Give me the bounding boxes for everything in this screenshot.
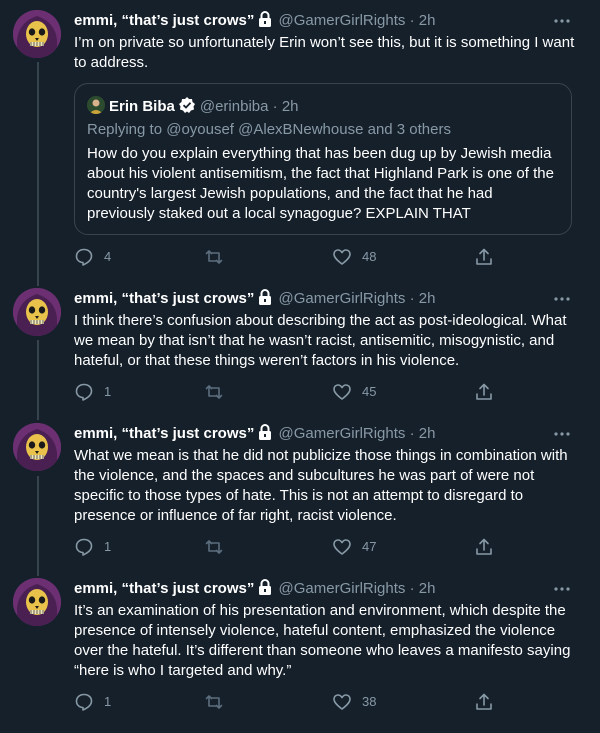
lock-icon — [258, 11, 272, 34]
skeletor-avatar-icon — [13, 423, 61, 471]
reply-icon — [75, 248, 93, 266]
more-options-icon[interactable] — [552, 288, 572, 310]
share-icon — [476, 248, 492, 265]
share-button[interactable] — [474, 537, 494, 557]
tweet[interactable]: emmi, “that’s just crows” @GamerGirlRigh… — [0, 288, 600, 408]
quote-author-name[interactable]: Erin Biba — [109, 98, 175, 115]
share-button[interactable] — [474, 382, 494, 402]
reply-button[interactable]: 4 — [74, 247, 111, 267]
separator: · — [409, 12, 415, 29]
share-button[interactable] — [474, 692, 494, 712]
more-options-icon[interactable] — [552, 423, 572, 445]
retweet-icon — [205, 250, 223, 264]
author-handle[interactable]: @GamerGirlRights — [279, 290, 406, 307]
reply-icon — [75, 383, 93, 401]
quoted-tweet[interactable]: Erin Biba @erinbiba · 2h Replying to @oyo… — [74, 83, 572, 235]
reply-count: 1 — [104, 694, 112, 709]
quote-timestamp[interactable]: 2h — [282, 98, 299, 115]
quote-text: How do you explain everything that has b… — [87, 145, 554, 222]
timestamp[interactable]: 2h — [419, 12, 436, 29]
lock-icon — [258, 424, 272, 447]
tweet-text: I think there’s confusion about describi… — [74, 312, 567, 369]
quote-avatar[interactable] — [87, 96, 105, 114]
tweet-text: What we mean is that he did not publiciz… — [74, 447, 568, 524]
reply-button[interactable]: 1 — [74, 692, 111, 712]
author-name[interactable]: emmi, “that’s just crows” — [74, 290, 254, 307]
quote-header: Erin Biba @erinbiba · 2h — [87, 96, 299, 120]
tweet[interactable]: emmi, “that’s just crows” @GamerGirlRigh… — [0, 423, 600, 563]
retweet-button[interactable] — [204, 382, 224, 402]
author-handle[interactable]: @GamerGirlRights — [279, 425, 406, 442]
timestamp[interactable]: 2h — [419, 425, 436, 442]
reply-button[interactable]: 1 — [74, 382, 111, 402]
timestamp[interactable]: 2h — [419, 580, 436, 597]
tweet-actions: 4 48 — [74, 247, 514, 267]
replying-to[interactable]: Replying to @oyousef @AlexBNewhouse and … — [87, 120, 451, 140]
like-button[interactable]: 45 — [332, 382, 376, 402]
skeletor-avatar-icon — [13, 578, 61, 626]
tweet-header: emmi, “that’s just crows” @GamerGirlRigh… — [74, 578, 550, 600]
like-count: 48 — [362, 249, 377, 264]
more-options-icon[interactable] — [552, 10, 572, 32]
separator: · — [409, 290, 415, 307]
heart-icon — [333, 539, 351, 555]
retweet-icon — [205, 540, 223, 554]
tweet-header: emmi, “that’s just crows” @GamerGirlRigh… — [74, 288, 550, 310]
tweet-header: emmi, “that’s just crows” @GamerGirlRigh… — [74, 10, 550, 32]
tweet-header: emmi, “that’s just crows” @GamerGirlRigh… — [74, 423, 550, 445]
reply-count: 4 — [104, 249, 112, 264]
retweet-button[interactable] — [204, 247, 224, 267]
heart-icon — [333, 249, 351, 265]
retweet-icon — [205, 385, 223, 399]
author-handle[interactable]: @GamerGirlRights — [279, 12, 406, 29]
avatar[interactable] — [13, 423, 61, 471]
tweet-actions: 1 38 — [74, 692, 514, 712]
reply-button[interactable]: 1 — [74, 537, 111, 557]
lock-icon — [258, 289, 272, 312]
author-handle[interactable]: @GamerGirlRights — [279, 580, 406, 597]
timestamp[interactable]: 2h — [419, 290, 436, 307]
separator: · — [272, 98, 278, 115]
retweet-button[interactable] — [204, 537, 224, 557]
verified-badge-icon — [178, 96, 196, 120]
heart-icon — [333, 384, 351, 400]
skeletor-avatar-icon — [13, 10, 61, 58]
heart-icon — [333, 694, 351, 710]
tweet[interactable]: emmi, “that’s just crows” @GamerGirlRigh… — [0, 10, 600, 272]
lock-icon — [258, 579, 272, 602]
like-button[interactable]: 47 — [332, 537, 376, 557]
like-count: 45 — [362, 384, 377, 399]
share-button[interactable] — [474, 247, 494, 267]
separator: · — [409, 580, 415, 597]
share-icon — [476, 383, 492, 400]
like-button[interactable]: 48 — [332, 247, 376, 267]
author-name[interactable]: emmi, “that’s just crows” — [74, 12, 254, 29]
like-button[interactable]: 38 — [332, 692, 376, 712]
reply-icon — [75, 693, 93, 711]
share-icon — [476, 693, 492, 710]
tweet-actions: 1 47 — [74, 537, 514, 557]
avatar[interactable] — [13, 578, 61, 626]
more-options-icon[interactable] — [552, 578, 572, 600]
author-name[interactable]: emmi, “that’s just crows” — [74, 425, 254, 442]
tweet[interactable]: emmi, “that’s just crows” @GamerGirlRigh… — [0, 578, 600, 718]
skeletor-avatar-icon — [13, 288, 61, 336]
avatar[interactable] — [13, 288, 61, 336]
avatar[interactable] — [13, 10, 61, 58]
retweet-icon — [205, 695, 223, 709]
separator: · — [409, 425, 415, 442]
retweet-button[interactable] — [204, 692, 224, 712]
like-count: 38 — [362, 694, 377, 709]
reply-count: 1 — [104, 539, 112, 554]
tweet-text: I’m on private so unfortunately Erin won… — [74, 34, 575, 71]
author-name[interactable]: emmi, “that’s just crows” — [74, 580, 254, 597]
quote-author-handle[interactable]: @erinbiba — [200, 98, 269, 115]
share-icon — [476, 538, 492, 555]
reply-count: 1 — [104, 384, 112, 399]
tweet-text: It’s an examination of his presentation … — [74, 602, 571, 679]
reply-icon — [75, 538, 93, 556]
tweet-actions: 1 45 — [74, 382, 514, 402]
like-count: 47 — [362, 539, 377, 554]
